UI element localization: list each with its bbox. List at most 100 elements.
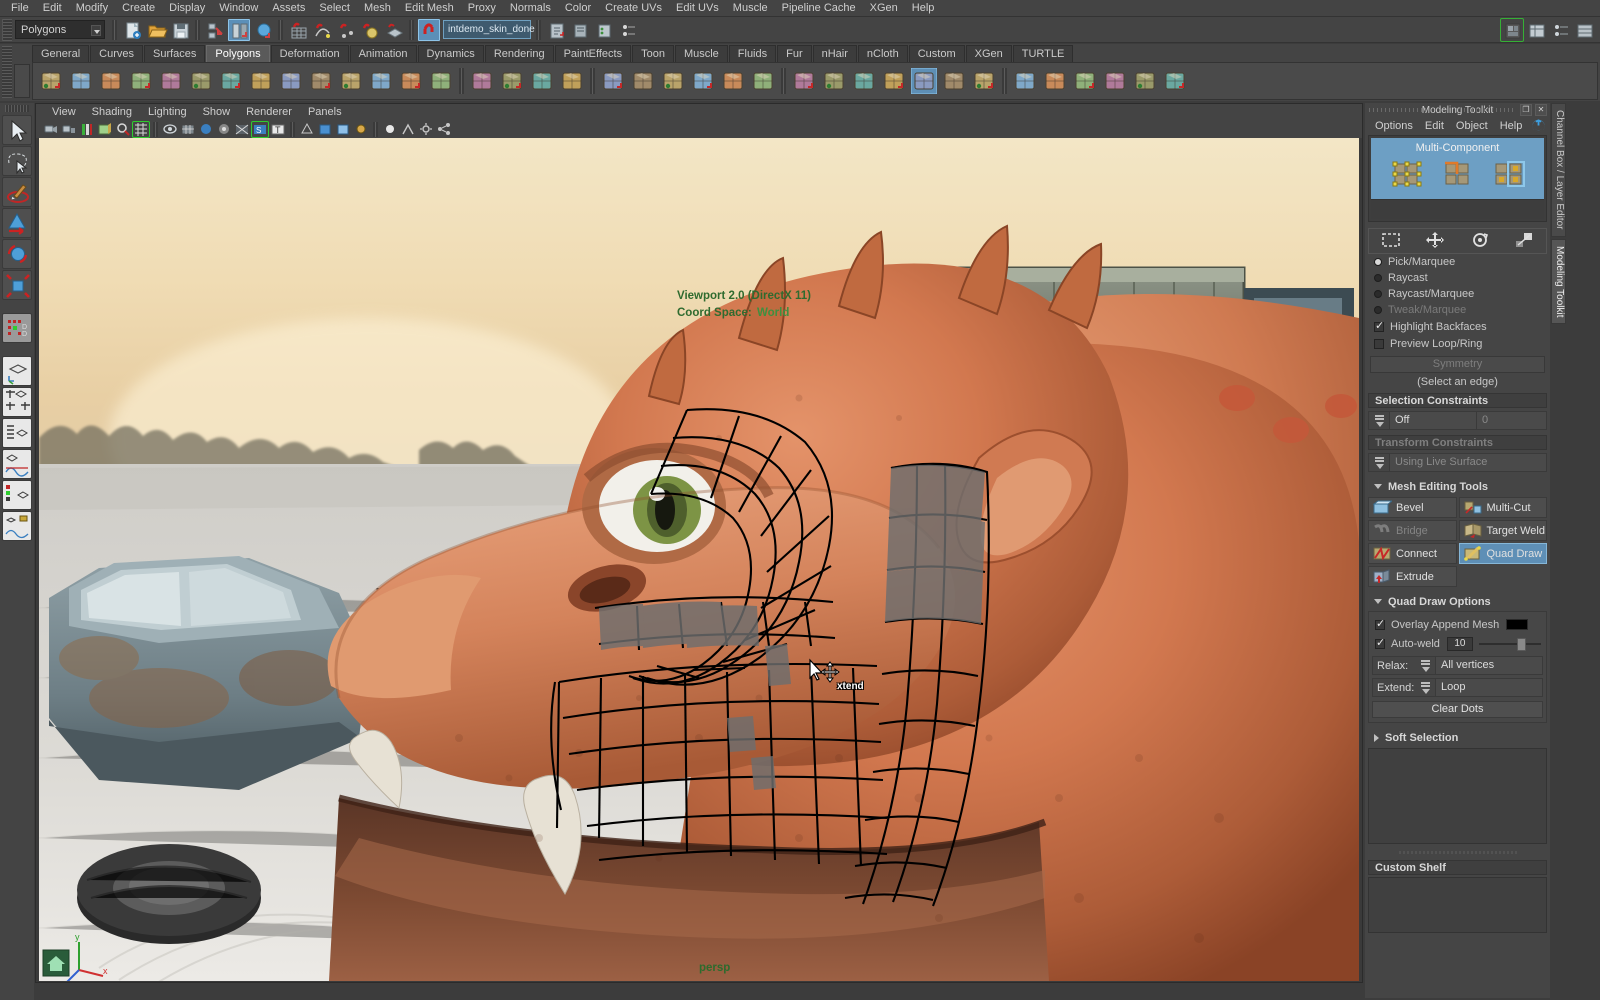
menu-item-edit-mesh[interactable]: Edit Mesh xyxy=(398,0,461,16)
polygon-pyramid-icon[interactable] xyxy=(248,68,274,94)
snap-to-curve-icon[interactable] xyxy=(311,19,333,41)
selection-constraints-number[interactable]: 0 xyxy=(1476,412,1546,429)
custom-shelf-header[interactable]: Custom Shelf xyxy=(1368,860,1547,875)
tool-box-grip[interactable] xyxy=(5,105,29,112)
toolkit-menu-options[interactable]: Options xyxy=(1369,118,1419,134)
move-tool-icon[interactable] xyxy=(2,208,32,238)
chevron-down-icon[interactable] xyxy=(91,25,101,36)
outliner-persp-layout-icon[interactable] xyxy=(2,418,32,448)
make-live-icon[interactable] xyxy=(418,19,440,41)
hypershade-persp-layout-icon[interactable] xyxy=(2,480,32,510)
shelf-tab-fur[interactable]: Fur xyxy=(777,45,812,62)
menu-item-edit[interactable]: Edit xyxy=(36,0,69,16)
custom-shelf-area[interactable] xyxy=(1368,877,1547,933)
shelf-tab-deformation[interactable]: Deformation xyxy=(271,45,349,62)
quick-rename-field[interactable]: intdemo_skin_done xyxy=(443,20,531,39)
polygon-sphere-icon[interactable] xyxy=(38,68,64,94)
shelf-tab-surfaces[interactable]: Surfaces xyxy=(144,45,205,62)
menu-item-assets[interactable]: Assets xyxy=(265,0,312,16)
four-view-layout-icon[interactable] xyxy=(2,387,32,417)
depth-of-field-icon[interactable] xyxy=(335,122,351,137)
open-scene-icon[interactable] xyxy=(145,19,167,41)
single-perspective-view-icon[interactable] xyxy=(2,356,32,386)
offset-edge-loop-icon[interactable] xyxy=(821,68,847,94)
sculpt-geometry-icon[interactable] xyxy=(941,68,967,94)
selection-mode-raycast-marquee[interactable]: Raycast/Marquee xyxy=(1368,286,1547,302)
separate-icon[interactable] xyxy=(499,68,525,94)
menu-item-create[interactable]: Create xyxy=(115,0,162,16)
shelf-tab-rendering[interactable]: Rendering xyxy=(485,45,554,62)
polygon-soccer-ball-icon[interactable] xyxy=(338,68,364,94)
radio-button[interactable] xyxy=(1374,258,1382,266)
menu-item-normals[interactable]: Normals xyxy=(503,0,558,16)
quad-draw-options-header[interactable]: Quad Draw Options xyxy=(1368,594,1547,609)
automatic-mapping-icon[interactable] xyxy=(1132,68,1158,94)
shelf-tab-curves[interactable]: Curves xyxy=(90,45,143,62)
2d-pan-zoom-icon[interactable] xyxy=(115,122,131,137)
dropdown-icon[interactable] xyxy=(1369,412,1389,429)
radio-button[interactable] xyxy=(1374,290,1382,298)
menu-item-select[interactable]: Select xyxy=(312,0,357,16)
polygon-type-icon[interactable] xyxy=(398,68,424,94)
smooth-shade-icon[interactable] xyxy=(198,122,214,137)
select-by-object-icon[interactable] xyxy=(228,19,250,41)
bookmarks-icon[interactable] xyxy=(79,122,95,137)
mesh-tool-bevel[interactable]: Bevel xyxy=(1368,497,1457,518)
snap-to-projected-center-icon[interactable] xyxy=(359,19,381,41)
viewport-settings-icon[interactable] xyxy=(418,122,434,137)
auto-weld-slider-knob[interactable] xyxy=(1517,638,1526,651)
shelf-tab-polygons[interactable]: Polygons xyxy=(206,45,269,62)
auto-weld-slider[interactable] xyxy=(1479,637,1541,651)
crease-tool-icon[interactable] xyxy=(971,68,997,94)
polygon-cube-icon[interactable] xyxy=(68,68,94,94)
mesh-tool-connect[interactable]: Connect xyxy=(1368,543,1457,564)
menu-item-edit-uvs[interactable]: Edit UVs xyxy=(669,0,726,16)
menu-item-muscle[interactable]: Muscle xyxy=(726,0,775,16)
snap-to-view-plane-icon[interactable] xyxy=(383,19,405,41)
shelf-tab-painteffects[interactable]: PaintEffects xyxy=(555,45,632,62)
shelf-tab-turtle[interactable]: TURTLE xyxy=(1013,45,1074,62)
mesh-editing-tools-header[interactable]: Mesh Editing Tools xyxy=(1368,479,1547,494)
viewport-menu-panels[interactable]: Panels xyxy=(300,105,350,120)
auto-weld-row[interactable]: Auto-weld 10 xyxy=(1372,635,1543,652)
motion-blur-icon[interactable] xyxy=(299,122,315,137)
xray-icon[interactable] xyxy=(162,122,178,137)
show-hide-attribute-editor-icon[interactable] xyxy=(1525,19,1547,41)
spherical-mapping-icon[interactable] xyxy=(1102,68,1128,94)
selection-mode-pick-marquee[interactable]: Pick/Marquee xyxy=(1368,254,1547,270)
dropdown-icon[interactable] xyxy=(1369,454,1389,471)
shelf-tab-custom[interactable]: Custom xyxy=(909,45,965,62)
toolkit-checkbox-preview-loop-ring[interactable]: Preview Loop/Ring xyxy=(1368,335,1547,352)
polygon-cylinder-icon[interactable] xyxy=(98,68,124,94)
viewport-menu-show[interactable]: Show xyxy=(195,105,239,120)
isolate-select-icon[interactable] xyxy=(353,122,369,137)
menu-item-window[interactable]: Window xyxy=(212,0,265,16)
polygon-platonic-icon[interactable] xyxy=(368,68,394,94)
dock-tab-modeling-toolkit[interactable]: Modeling Toolkit xyxy=(1551,239,1566,325)
select-tool-icon[interactable] xyxy=(2,115,32,145)
viewport-menu-shading[interactable]: Shading xyxy=(84,105,140,120)
menu-item-proxy[interactable]: Proxy xyxy=(461,0,503,16)
menu-item-mesh[interactable]: Mesh xyxy=(357,0,398,16)
shelf-tab-toon[interactable]: Toon xyxy=(632,45,674,62)
show-hide-channel-box-icon[interactable] xyxy=(1573,19,1595,41)
move-icon[interactable] xyxy=(1425,231,1445,252)
selection-constraints-row[interactable]: Off 0 xyxy=(1368,411,1547,430)
snap-to-point-icon[interactable] xyxy=(335,19,357,41)
image-plane-icon[interactable] xyxy=(97,122,113,137)
status-line-grip[interactable] xyxy=(2,19,12,41)
symmetry-button[interactable]: Symmetry xyxy=(1370,356,1545,373)
clear-dots-button[interactable]: Clear Dots xyxy=(1372,701,1543,718)
output-connections-icon[interactable] xyxy=(569,19,591,41)
menu-item-modify[interactable]: Modify xyxy=(69,0,115,16)
menu-item-color[interactable]: Color xyxy=(558,0,598,16)
menu-item-help[interactable]: Help xyxy=(905,0,942,16)
panel-drag-dots-right[interactable] xyxy=(1456,108,1514,112)
dropdown-icon[interactable] xyxy=(1415,679,1435,696)
polygon-plane-icon[interactable] xyxy=(158,68,184,94)
bridge-icon[interactable] xyxy=(690,68,716,94)
cylindrical-mapping-icon[interactable] xyxy=(1072,68,1098,94)
mesh-tool-extrude[interactable]: Extrude xyxy=(1368,566,1457,587)
extend-row[interactable]: Extend: Loop xyxy=(1372,678,1543,697)
chevron-right-icon[interactable] xyxy=(1374,734,1379,742)
